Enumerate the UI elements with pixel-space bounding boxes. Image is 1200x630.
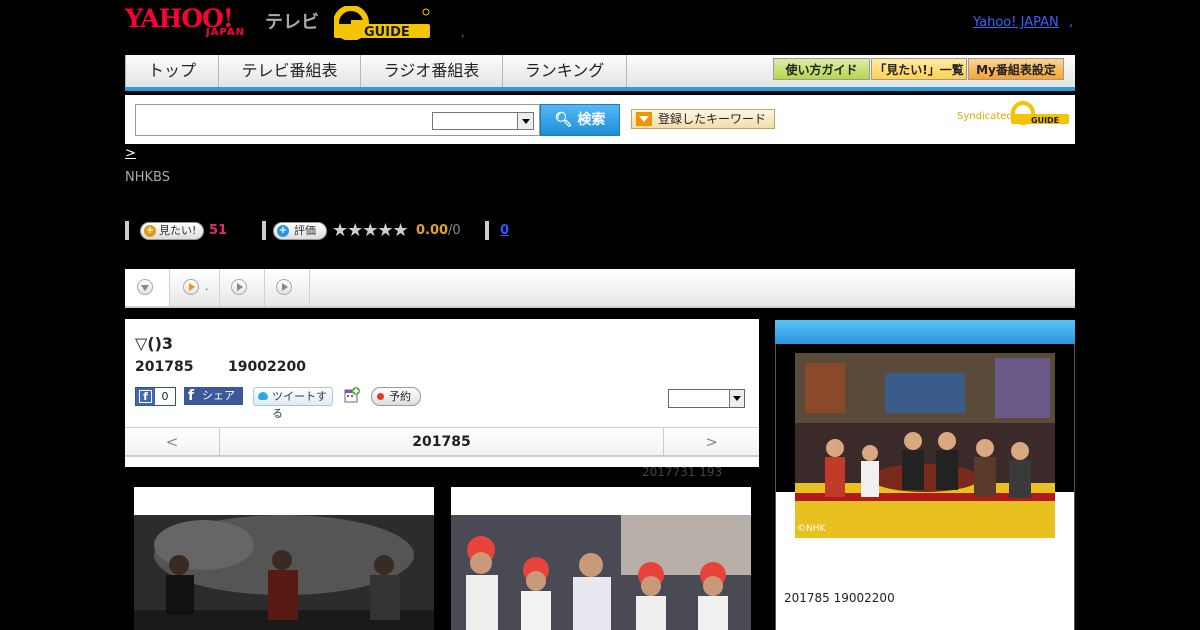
program-key-visual[interactable]: [795, 353, 1055, 538]
rating-score: 0.00: [416, 223, 449, 238]
svg-text:GUIDE: GUIDE: [364, 25, 410, 40]
side-broadcast-info: 201785 19002200: [784, 591, 895, 605]
facebook-icon: f: [188, 388, 195, 404]
facebook-share-label: シェア: [202, 389, 235, 402]
chevron-down-icon: [517, 113, 533, 129]
tab-section-3[interactable]: [220, 269, 265, 306]
scene-photo-children: [451, 515, 751, 630]
reserve-label: 予約: [389, 390, 411, 403]
side-panel-header: [775, 320, 1075, 344]
header-link-separator: ,: [1069, 15, 1074, 30]
breadcrumb[interactable]: >: [125, 146, 136, 161]
section-tabs: .: [125, 269, 1075, 308]
nav-tab-ranking[interactable]: ランキング: [503, 55, 627, 87]
header-separator: ,: [461, 25, 465, 39]
add-calendar-icon[interactable]: [344, 387, 360, 403]
record-reserve-button[interactable]: 予約: [371, 387, 421, 406]
current-date: 201785: [412, 434, 471, 450]
tab-program-info[interactable]: [125, 269, 170, 306]
program-title: ▽()3: [135, 334, 174, 353]
image-credit: ©NHK: [797, 524, 826, 534]
search-button[interactable]: 🔍︎ 検索: [540, 104, 620, 136]
gguide-small-logo: GUIDE: [1011, 101, 1069, 125]
play-icon: [183, 279, 199, 295]
rate-label: 評価: [294, 224, 316, 237]
yahoo-japan-logo-text: JAPAN: [206, 27, 245, 38]
facebook-like-button[interactable]: f 0: [135, 387, 176, 406]
syndicated-label: Syndicated: [957, 111, 1013, 122]
channel-name: NHKBS: [125, 170, 170, 185]
plus-icon: +: [144, 225, 156, 237]
divider: [485, 221, 489, 240]
search-bar: 🔍︎ 検索 登録したキーワード Syndicated GUIDE: [125, 95, 1075, 144]
chevron-down-icon: [729, 390, 744, 407]
tab-section-2-label: .: [205, 280, 209, 293]
svg-text:GUIDE: GUIDE: [1031, 116, 1059, 125]
rate-button[interactable]: + 評価: [273, 222, 327, 240]
divider: [262, 221, 266, 240]
yahoo-japan-link[interactable]: Yahoo! JAPAN: [973, 15, 1059, 30]
previous-date-button[interactable]: <: [125, 428, 220, 456]
saved-keywords-button[interactable]: 登録したキーワード: [631, 109, 775, 129]
saved-keywords-label: 登録したキーワード: [658, 112, 767, 126]
rating-total: /0: [448, 223, 461, 238]
gguide-logo[interactable]: GUIDE: [334, 6, 430, 40]
divider: [125, 221, 129, 240]
facebook-like-count: 0: [155, 388, 175, 405]
want-list-button[interactable]: 「見たい!」一覧: [871, 58, 967, 80]
facebook-share-button[interactable]: f シェア: [184, 387, 243, 405]
nav-tab-radio-listings[interactable]: ラジオ番組表: [361, 55, 503, 87]
triangle-down-icon: [636, 112, 652, 126]
facebook-icon: f: [139, 390, 152, 403]
tab-section-4[interactable]: [265, 269, 310, 306]
scene-thumbnail-2[interactable]: [451, 487, 751, 630]
panel-select[interactable]: [668, 389, 745, 408]
chevron-down-icon: [137, 279, 153, 295]
main-nav: トップ テレビ番組表 ラジオ番組表 ランキング 使い方ガイド 「見たい!」一覧 …: [125, 55, 1075, 91]
search-category-select[interactable]: [432, 112, 534, 130]
search-icon: 🔍︎: [554, 112, 573, 128]
want-to-watch-button[interactable]: + 見たい!: [140, 222, 204, 240]
my-listing-settings-button[interactable]: My番組表設定: [968, 58, 1064, 80]
tweet-button[interactable]: ツイートする: [253, 387, 333, 420]
nav-tab-top[interactable]: トップ: [125, 55, 219, 87]
nav-tab-tv-listings[interactable]: テレビ番組表: [219, 55, 361, 87]
next-date-button[interactable]: >: [663, 428, 759, 456]
tweet-label: ツイートする: [272, 390, 327, 420]
scene-thumbnail-1[interactable]: [134, 487, 434, 630]
program-time: 19002200: [228, 359, 306, 375]
program-date: 201785: [135, 359, 194, 375]
scene-photo-stage: [134, 515, 434, 630]
date-navigation: < 201785 >: [125, 427, 759, 457]
play-icon: [231, 279, 247, 295]
tv-logo-text[interactable]: テレビ: [265, 8, 319, 34]
want-count: 51: [209, 223, 228, 238]
record-icon: [377, 393, 384, 400]
twitter-bird-icon: [258, 392, 268, 400]
want-label: 見たい!: [159, 224, 197, 237]
program-detail-panel: ▽()3 201785 19002200 f 0 f シェア ツイートする 予約…: [125, 319, 759, 467]
tab-section-2[interactable]: .: [170, 269, 220, 306]
update-note: 2017731 193: [642, 465, 723, 479]
play-icon: [276, 279, 292, 295]
rating-stars: ★★★★★: [332, 220, 409, 241]
search-button-label: 検索: [577, 112, 606, 128]
review-count-link[interactable]: 0: [500, 223, 509, 238]
usage-guide-button[interactable]: 使い方ガイド: [773, 58, 870, 80]
plus-icon: +: [277, 225, 289, 237]
